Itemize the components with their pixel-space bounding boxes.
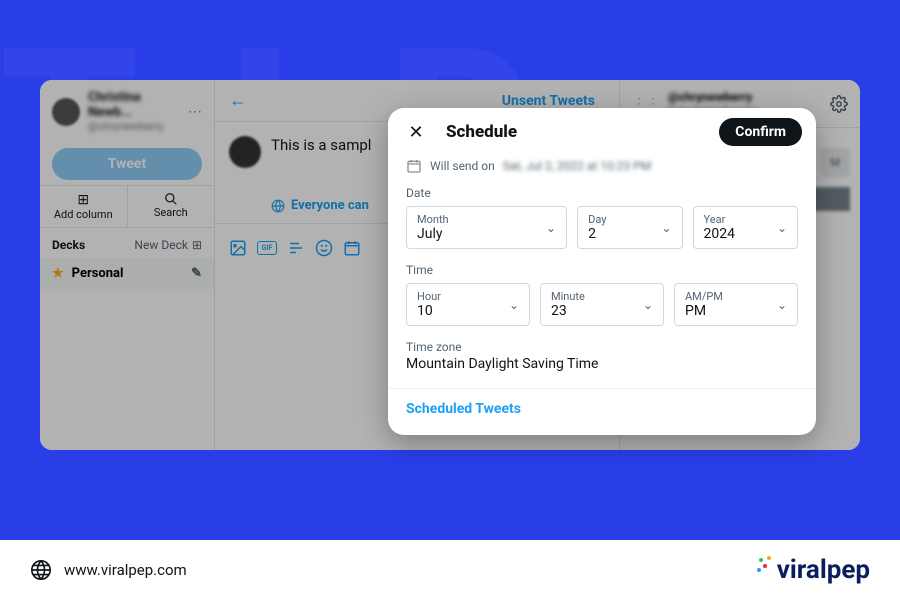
sidebar: Christina Newb... @chrynewberry ⋯ Tweet …: [40, 80, 215, 450]
time-section-label: Time: [402, 259, 802, 281]
search-icon: [132, 192, 211, 206]
date-section-label: Date: [402, 182, 802, 204]
globe-icon: [271, 199, 285, 213]
add-column-icon: ⊞: [44, 192, 123, 208]
emoji-icon[interactable]: [315, 239, 333, 257]
minute-select[interactable]: Minute 23 ⌄: [540, 283, 664, 326]
ampm-select[interactable]: AM/PM PM ⌄: [674, 283, 798, 326]
timezone-value: Mountain Daylight Saving Time: [402, 356, 802, 388]
edit-deck-icon[interactable]: ✎: [191, 266, 202, 281]
profile-handle: @chrynewberry: [88, 120, 180, 133]
gear-icon[interactable]: [830, 95, 848, 113]
deck-item-personal[interactable]: ★ Personal ✎: [40, 258, 214, 289]
chevron-down-icon: ⌄: [661, 221, 671, 235]
chevron-down-icon: ⌄: [643, 298, 653, 312]
globe-icon: [30, 559, 52, 581]
image-icon[interactable]: [229, 239, 247, 257]
column-handle: @chrynewberry: [668, 90, 822, 104]
chevron-down-icon: ⌄: [546, 221, 556, 235]
unsent-tweets-link[interactable]: Unsent Tweets: [247, 93, 605, 109]
decks-label: Decks: [52, 238, 85, 252]
profile-switcher[interactable]: Christina Newb... @chrynewberry ⋯: [40, 80, 214, 143]
profile-name: Christina Newb...: [88, 90, 180, 120]
chevron-down-icon: ⌄: [509, 298, 519, 312]
more-icon[interactable]: ⋯: [188, 104, 202, 120]
chevron-down-icon: ⌄: [777, 298, 787, 312]
gif-icon[interactable]: GIF: [257, 241, 277, 255]
calendar-icon: [406, 158, 422, 174]
schedule-modal: ✕ Schedule Confirm Will send on Sat, Jul…: [388, 108, 816, 435]
will-send-info: Will send on Sat, Jul 2, 2022 at 10:23 P…: [402, 146, 802, 182]
avatar: [52, 98, 80, 126]
day-select[interactable]: Day 2 ⌄: [577, 206, 682, 249]
poll-icon[interactable]: [287, 239, 305, 257]
add-column-button[interactable]: ⊞ Add column: [40, 186, 128, 227]
timezone-label: Time zone: [402, 336, 802, 356]
tweet-button[interactable]: Tweet: [52, 148, 202, 180]
compose-text[interactable]: This is a sampl: [271, 136, 371, 168]
year-select[interactable]: Year 2024 ⌄: [693, 206, 798, 249]
compose-avatar: [229, 136, 261, 168]
close-icon[interactable]: ✕: [402, 118, 430, 146]
back-button[interactable]: ←: [229, 90, 247, 111]
scheduled-tweets-link[interactable]: Scheduled Tweets: [402, 389, 525, 421]
chevron-down-icon: ⌄: [777, 221, 787, 235]
footer-url: www.viralpep.com: [64, 561, 187, 579]
scheduled-badge-short: M: [820, 148, 850, 177]
hour-select[interactable]: Hour 10 ⌄: [406, 283, 530, 326]
modal-title: Schedule: [446, 122, 703, 142]
search-button[interactable]: Search: [128, 186, 215, 227]
new-deck-button[interactable]: New Deck ⊞: [134, 238, 202, 252]
schedule-icon[interactable]: [343, 239, 361, 257]
star-icon: ★: [52, 266, 64, 281]
new-deck-icon: ⊞: [192, 238, 202, 252]
footer: www.viralpep.com viralpep: [0, 540, 900, 600]
confirm-button[interactable]: Confirm: [719, 118, 802, 146]
month-select[interactable]: Month July ⌄: [406, 206, 567, 249]
brand-logo: viralpep: [757, 555, 870, 585]
